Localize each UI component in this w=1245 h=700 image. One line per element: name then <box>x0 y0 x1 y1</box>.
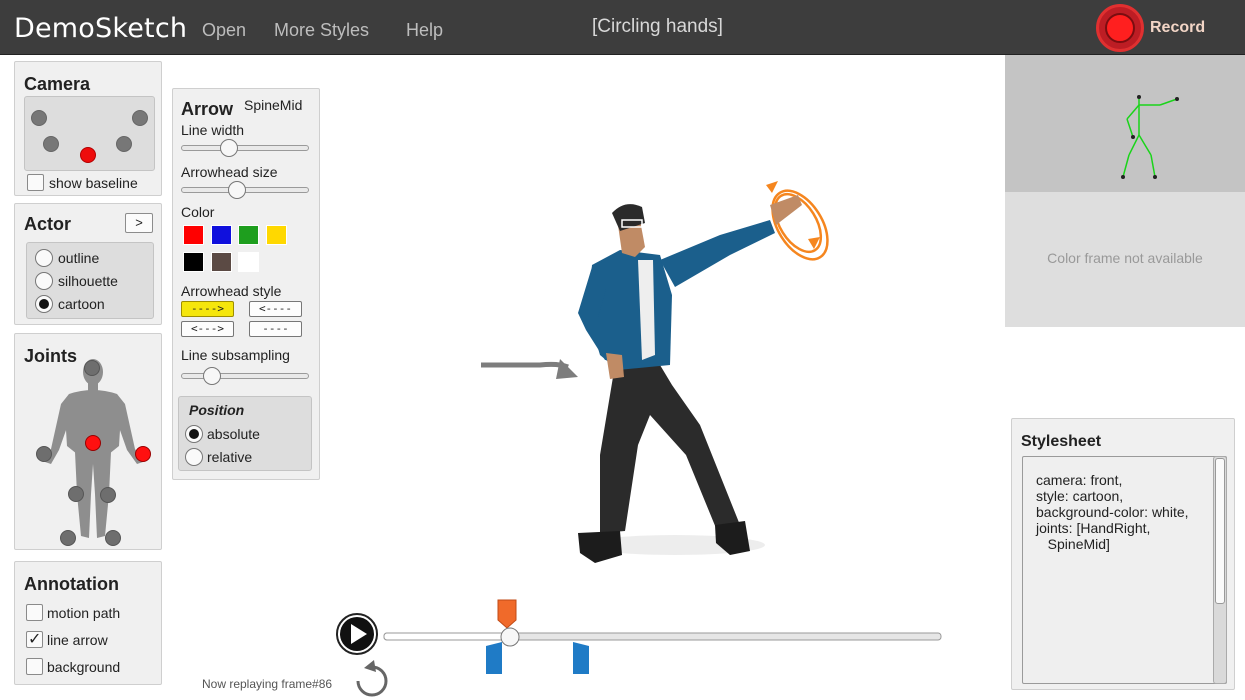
skeleton-preview <box>1005 55 1245 192</box>
main-viewport[interactable] <box>320 55 1005 595</box>
color-swatch-3[interactable] <box>238 225 259 245</box>
color-frame-message: Color frame not available <box>1047 250 1203 266</box>
line-width-slider-thumb[interactable] <box>219 139 238 157</box>
show-baseline-checkbox[interactable] <box>27 174 44 191</box>
record-button[interactable] <box>1096 4 1144 52</box>
line-subsampling-label: Line subsampling <box>181 347 290 363</box>
app-title: DemoSketch <box>14 13 188 44</box>
timeline-marker-start[interactable] <box>486 642 502 674</box>
arrowhead-style-both[interactable]: <---> <box>181 321 234 337</box>
position-relative-radio[interactable] <box>185 448 203 466</box>
camera-picker <box>24 96 155 171</box>
position-label: Position <box>189 402 245 418</box>
actor-title: Actor <box>24 214 72 234</box>
position-box: Position absolute relative <box>178 396 312 471</box>
camera-panel: Camera show baseline <box>14 61 162 196</box>
actor-outline-radio[interactable] <box>35 249 53 267</box>
arrowhead-style-backward[interactable]: <---- <box>249 301 302 317</box>
menu-open[interactable]: Open <box>202 20 246 41</box>
joint-foot-right[interactable] <box>105 530 121 546</box>
replay-icon[interactable] <box>356 660 388 697</box>
circling-arrow-annotation <box>771 189 829 261</box>
color-swatch-6[interactable] <box>211 252 232 272</box>
position-relative-label: relative <box>207 449 253 465</box>
camera-position-front[interactable] <box>80 147 96 163</box>
clip-title: [Circling hands] <box>592 16 723 37</box>
camera-title: Camera <box>24 74 91 94</box>
position-absolute-radio[interactable] <box>185 425 203 443</box>
actor-panel: Actor > outline silhouette cartoon <box>14 203 162 325</box>
timeline-marker-current[interactable] <box>497 599 517 629</box>
record-icon <box>1105 13 1135 43</box>
actor-silhouette-radio[interactable] <box>35 272 53 290</box>
joint-spine-mid[interactable] <box>85 435 101 451</box>
record-label[interactable]: Record <box>1150 19 1205 37</box>
line-arrow-annotation <box>481 359 578 379</box>
annotation-panel: Annotation motion path line arrow backgr… <box>14 561 162 685</box>
motion-path-checkbox[interactable] <box>26 604 43 621</box>
menu-more-styles[interactable]: More Styles <box>274 20 369 41</box>
actor-outline-label: outline <box>58 250 100 266</box>
timeline-scrubber[interactable] <box>500 627 520 647</box>
actor-cartoon-radio[interactable] <box>35 295 53 313</box>
menu-help[interactable]: Help <box>406 20 443 41</box>
joint-hand-left[interactable] <box>36 446 52 462</box>
camera-position-left-far[interactable] <box>31 110 47 126</box>
color-frame-panel: Color frame not available <box>1005 192 1245 327</box>
line-subsampling-slider[interactable] <box>181 373 309 379</box>
camera-position-right-far[interactable] <box>132 110 148 126</box>
camera-position-right[interactable] <box>116 136 132 152</box>
stylesheet-editor[interactable]: camera: front, style: cartoon, backgroun… <box>1022 456 1227 684</box>
joint-knee-right[interactable] <box>100 487 116 503</box>
joint-foot-left[interactable] <box>60 530 76 546</box>
circling-arrowhead-top <box>766 181 778 193</box>
arrowhead-style-forward[interactable]: ----> <box>181 301 234 317</box>
arrowhead-size-label: Arrowhead size <box>181 164 278 180</box>
stylesheet-title: Stylesheet <box>1021 433 1102 450</box>
joints-panel: Joints <box>14 333 162 550</box>
line-width-label: Line width <box>181 122 245 138</box>
color-label: Color <box>181 204 215 220</box>
arrow-joint-name: SpineMid <box>244 97 303 113</box>
arrow-title: Arrow <box>181 99 234 119</box>
line-subsampling-slider-thumb[interactable] <box>203 367 221 385</box>
playback-controls <box>336 599 942 697</box>
skeleton-figure <box>1121 95 1179 179</box>
top-bar: DemoSketch Open More Styles Help [Circli… <box>0 0 1245 55</box>
line-width-slider[interactable] <box>181 145 309 151</box>
show-baseline-label: show baseline <box>49 175 138 191</box>
arrowhead-style-none[interactable]: ---- <box>249 321 302 337</box>
cartoon-character <box>578 195 802 563</box>
color-swatch-1[interactable] <box>183 225 204 245</box>
stylesheet-scrollbar-thumb[interactable] <box>1215 458 1225 604</box>
annotation-title: Annotation <box>24 574 119 594</box>
color-swatch-5[interactable] <box>183 252 204 272</box>
actor-style-options: outline silhouette cartoon <box>26 242 154 319</box>
replay-status: Now replaying frame#86 <box>202 677 333 691</box>
background-checkbox[interactable] <box>26 658 43 675</box>
arrowhead-style-label: Arrowhead style <box>181 283 282 299</box>
motion-path-label: motion path <box>47 605 121 621</box>
stylesheet-scrollbar[interactable] <box>1213 456 1227 684</box>
color-swatch-7[interactable] <box>238 252 259 272</box>
actor-silhouette-label: silhouette <box>58 273 118 289</box>
joint-hand-right[interactable] <box>135 446 151 462</box>
line-arrow-checkbox[interactable] <box>26 629 43 649</box>
joint-head[interactable] <box>84 360 100 376</box>
timeline-marker-end[interactable] <box>573 642 589 674</box>
position-absolute-label: absolute <box>207 426 260 442</box>
actor-next-button[interactable]: > <box>125 213 153 233</box>
stylesheet-text: camera: front, style: cartoon, backgroun… <box>1036 472 1189 552</box>
color-swatch-2[interactable] <box>211 225 232 245</box>
line-arrow-label: line arrow <box>47 632 108 648</box>
camera-position-left[interactable] <box>43 136 59 152</box>
actor-cartoon-label: cartoon <box>58 296 105 312</box>
play-button[interactable] <box>336 613 378 655</box>
color-swatch-4[interactable] <box>266 225 287 245</box>
arrowhead-size-slider-thumb[interactable] <box>228 181 247 199</box>
background-label: background <box>47 659 121 675</box>
arrow-panel: Arrow SpineMid Line width Arrowhead size… <box>172 88 320 480</box>
joint-knee-left[interactable] <box>68 486 84 502</box>
timeline-progress <box>383 632 511 641</box>
